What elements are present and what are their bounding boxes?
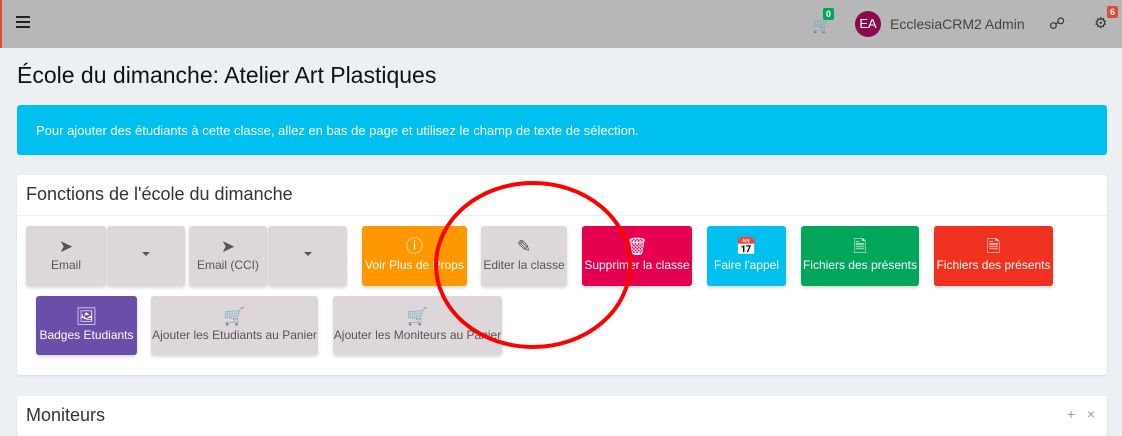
red-circle-annotation [434,181,632,349]
